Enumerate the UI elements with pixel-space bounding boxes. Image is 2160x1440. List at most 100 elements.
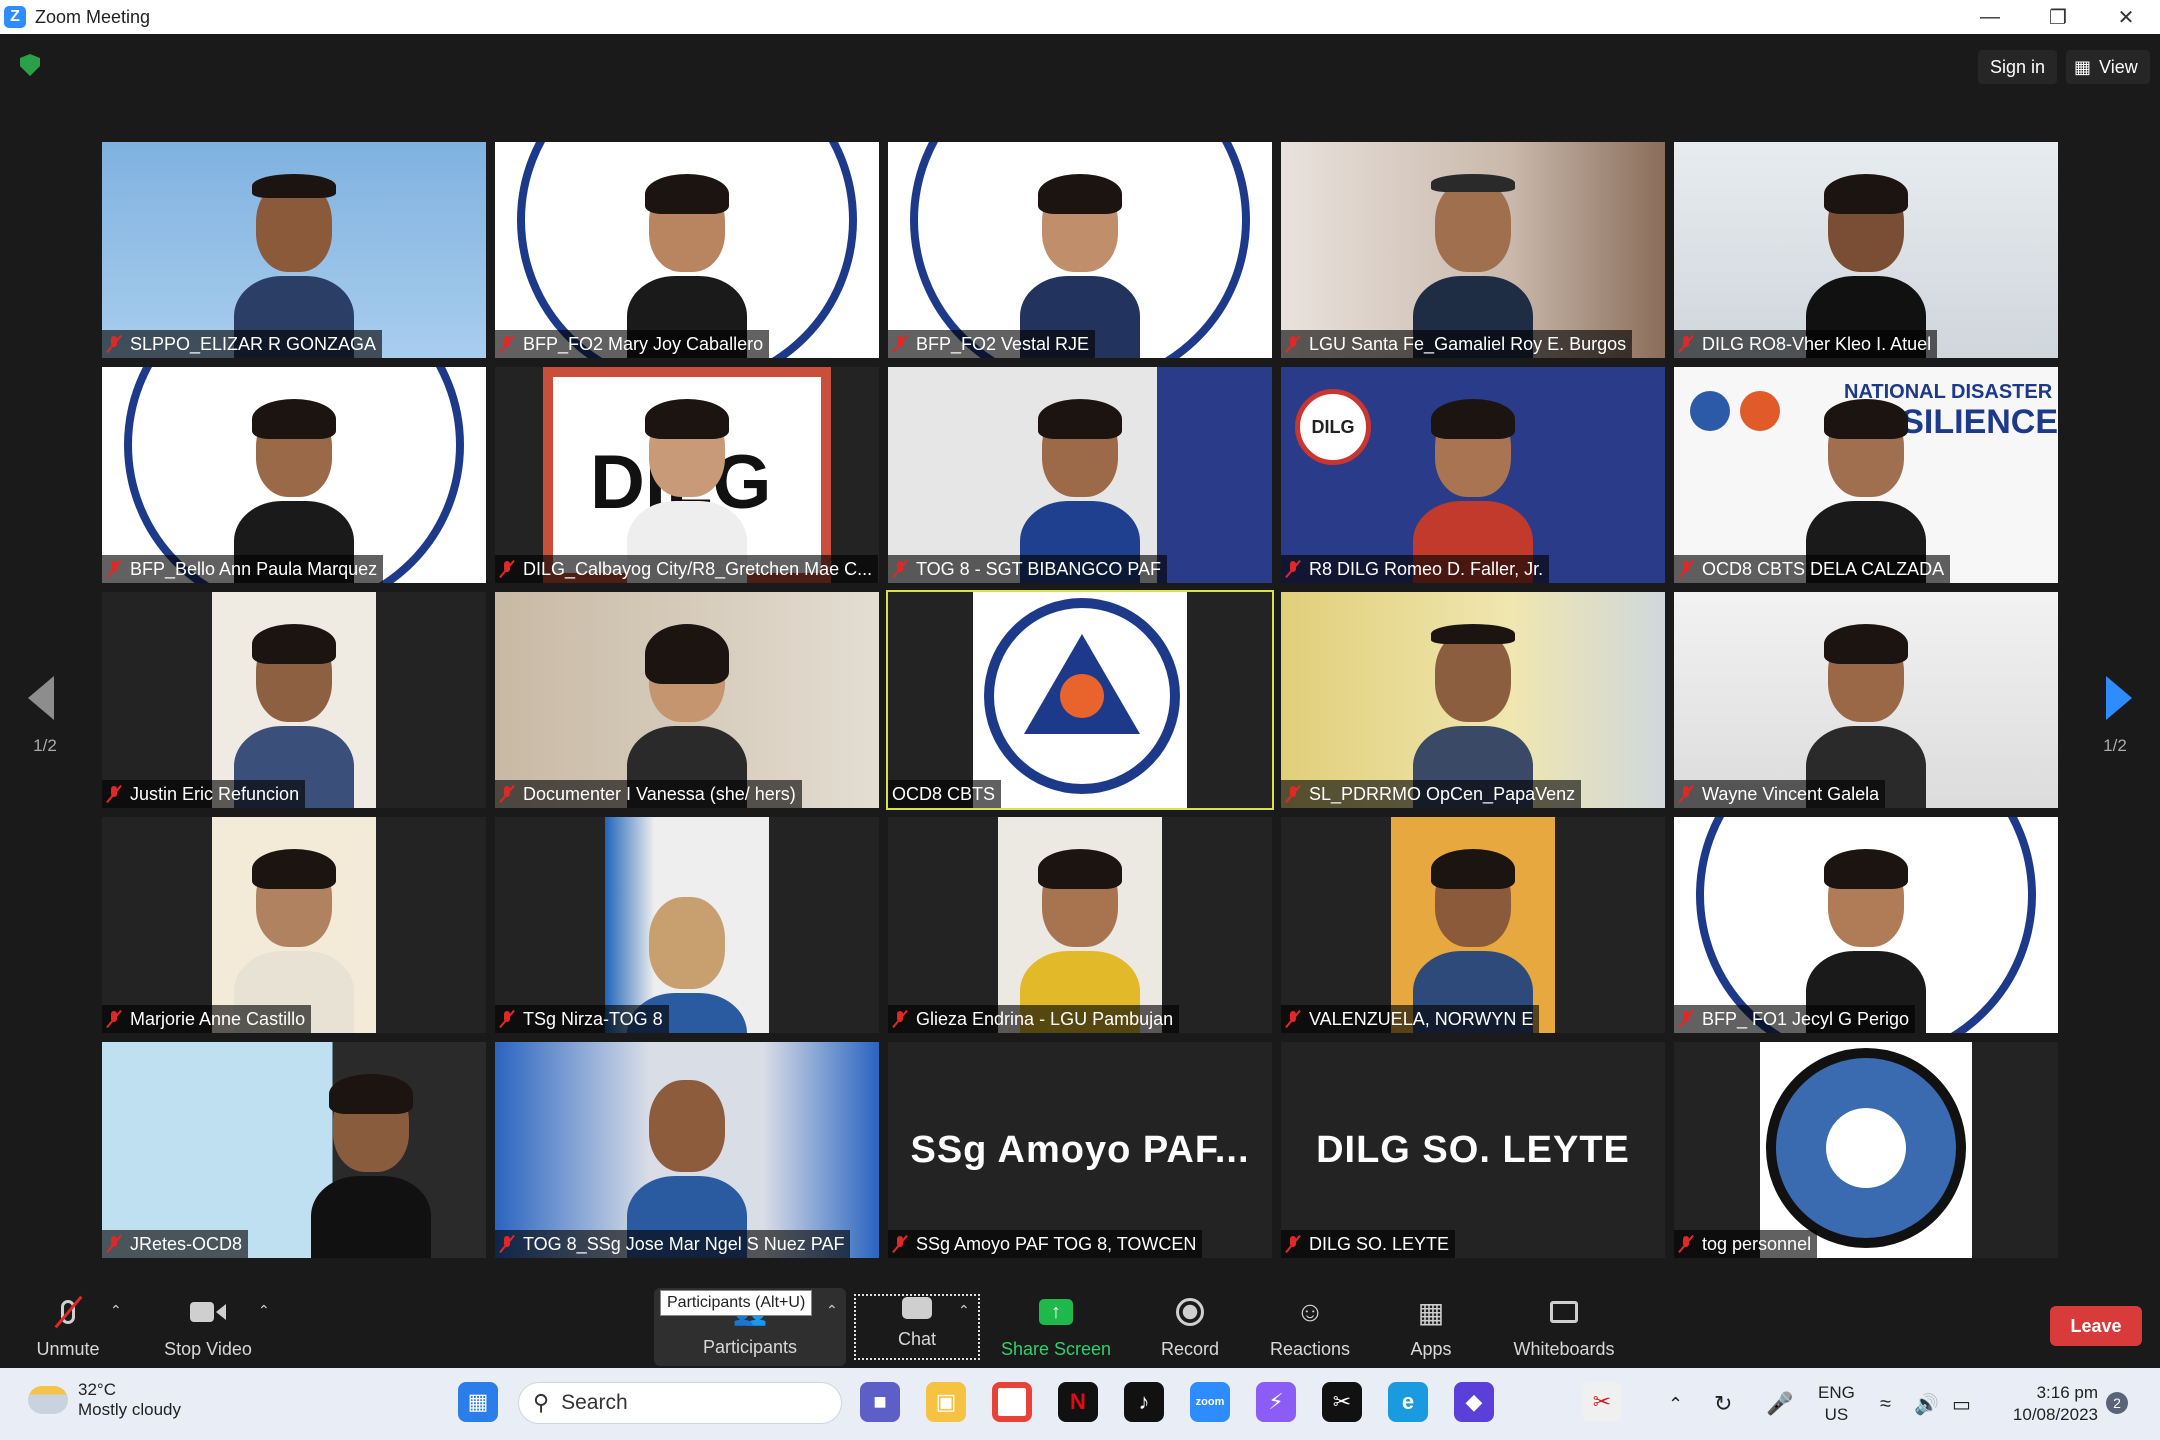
participant-name: SLPPO_ELIZAR R GONZAGA: [130, 333, 377, 354]
apps-label: Apps: [1410, 1339, 1452, 1359]
weather-widget[interactable]: 32°C Mostly cloudy: [28, 1380, 181, 1420]
participant-name: Glieza Endrina - LGU Pambujan: [916, 1008, 1174, 1029]
weather-condition: Mostly cloudy: [78, 1400, 181, 1419]
video-tile[interactable]: BFP_ FO1 Jecyl G Perigo: [1674, 817, 2058, 1033]
chat-options-chevron-icon[interactable]: ⌃: [958, 1302, 970, 1319]
video-tile-video-off[interactable]: DILG SO. LEYTE DILG SO. LEYTE: [1281, 1042, 1665, 1258]
participant-name: SL_PDRRMO OpCen_PapaVenz: [1309, 783, 1576, 804]
video-tile[interactable]: BFP_Bello Ann Paula Marquez: [102, 367, 486, 583]
whiteboard-icon: [1546, 1295, 1582, 1329]
microphone-icon[interactable]: 🎤: [1766, 1368, 1793, 1440]
tiktok-icon[interactable]: ♪: [1124, 1382, 1164, 1422]
video-tile-active-speaker[interactable]: OCD8 CBTS: [886, 590, 1274, 810]
battery-icon[interactable]: ▭: [1952, 1368, 1971, 1440]
video-tile[interactable]: TOG 8_SSg Jose Mar Ngel S Nuez PAF: [495, 1042, 879, 1258]
file-explorer-icon[interactable]: ▣: [926, 1382, 966, 1422]
muted-mic-icon: [1678, 560, 1694, 578]
video-tile[interactable]: Glieza Endrina - LGU Pambujan: [888, 817, 1272, 1033]
page-indicator-left: 1/2: [33, 736, 57, 755]
video-tile[interactable]: tog personnel: [1674, 1042, 2058, 1258]
muted-mic-icon: [499, 1235, 515, 1253]
muted-mic-icon: [1678, 1235, 1694, 1253]
previous-page-arrow-icon[interactable]: [28, 676, 54, 720]
next-page-arrow-icon[interactable]: [2106, 676, 2132, 720]
video-tile[interactable]: JRetes-OCD8: [102, 1042, 486, 1258]
video-tile[interactable]: BFP_FO2 Mary Joy Caballero: [495, 142, 879, 358]
view-button[interactable]: ▦ View: [2066, 50, 2150, 84]
chrome-icon[interactable]: [992, 1382, 1032, 1422]
edge-icon[interactable]: e: [1388, 1382, 1428, 1422]
region-code: US: [1824, 1405, 1849, 1424]
show-hidden-icons-chevron-icon[interactable]: ⌃: [1668, 1368, 1683, 1440]
share-screen-button[interactable]: ↑ Share Screen: [996, 1284, 1116, 1368]
leave-button[interactable]: Leave: [2050, 1306, 2142, 1346]
video-tile[interactable]: LGU Santa Fe_Gamaliel Roy E. Burgos: [1281, 142, 1665, 358]
restore-button[interactable]: ❐: [2024, 0, 2092, 34]
teams-meet-icon[interactable]: ■: [860, 1382, 900, 1422]
reactions-label: Reactions: [1269, 1339, 1351, 1359]
participants-label: Participants: [702, 1337, 798, 1357]
sync-icon[interactable]: ↻: [1714, 1368, 1732, 1440]
clock-time: 3:16 pm: [2036, 1383, 2098, 1402]
whiteboards-label: Whiteboards: [1513, 1339, 1615, 1359]
muted-mic-icon: [1285, 1010, 1301, 1028]
muted-mic-icon: [1285, 560, 1301, 578]
reactions-button[interactable]: ☺ Reactions: [1262, 1284, 1358, 1368]
video-tile-video-off[interactable]: SSg Amoyo PAF... SSg Amoyo PAF TOG 8, TO…: [888, 1042, 1272, 1258]
copilot-icon[interactable]: ◆: [1454, 1382, 1494, 1422]
taskbar-search-box[interactable]: ⚲ Search: [518, 1382, 842, 1424]
video-tile[interactable]: Wayne Vincent Galela: [1674, 592, 2058, 808]
participant-name: BFP_ FO1 Jecyl G Perigo: [1702, 1008, 1910, 1029]
unmute-label: Unmute: [36, 1339, 100, 1359]
clock[interactable]: 3:16 pm 10/08/2023: [1998, 1368, 2098, 1440]
video-tile[interactable]: DILG R8 DILG Romeo D. Faller, Jr.: [1281, 367, 1665, 583]
chat-bubble-icon: [899, 1296, 935, 1319]
encryption-shield-icon[interactable]: [20, 54, 40, 76]
participant-name: OCD8 CBTS DELA CALZADA: [1702, 558, 1945, 579]
whiteboards-button[interactable]: Whiteboards: [1502, 1284, 1626, 1368]
page-indicator-right: 1/2: [2103, 736, 2127, 755]
share-screen-arrow-icon: ↑: [1038, 1295, 1074, 1329]
weather-temperature: 32°C: [78, 1380, 116, 1399]
netflix-icon[interactable]: N: [1058, 1382, 1098, 1422]
wifi-icon[interactable]: ≈: [1880, 1368, 1891, 1440]
meeting-controls-toolbar: Unmute ⌃ Stop Video ⌃ 👥 Participants ⌃ C…: [0, 1284, 2160, 1368]
video-tile[interactable]: TOG 8 - SGT BIBANGCO PAF: [888, 367, 1272, 583]
close-button[interactable]: ✕: [2092, 0, 2160, 34]
video-tile[interactable]: BFP_FO2 Vestal RJE: [888, 142, 1272, 358]
video-tile[interactable]: SL_PDRRMO OpCen_PapaVenz: [1281, 592, 1665, 808]
zoom-app-icon[interactable]: zoom: [1190, 1382, 1230, 1422]
minimize-button[interactable]: —: [1956, 0, 2024, 34]
sign-in-button[interactable]: Sign in: [1978, 50, 2058, 84]
apps-button[interactable]: ▦ Apps: [1396, 1284, 1466, 1368]
messenger-icon[interactable]: ⚡: [1256, 1382, 1296, 1422]
capcut-icon[interactable]: ✂: [1322, 1382, 1362, 1422]
participants-options-chevron-icon[interactable]: ⌃: [826, 1302, 838, 1319]
video-tile[interactable]: SLPPO_ELIZAR R GONZAGA: [102, 142, 486, 358]
record-button[interactable]: Record: [1150, 1284, 1230, 1368]
apps-grid-icon: ▦: [1417, 1296, 1445, 1328]
chat-label: Chat: [897, 1329, 937, 1349]
clock-date: 10/08/2023: [2012, 1405, 2098, 1424]
participant-name: Wayne Vincent Galela: [1702, 783, 1880, 804]
windows-start-icon[interactable]: ▦: [458, 1382, 498, 1422]
muted-mic-icon: [499, 1010, 515, 1028]
video-options-chevron-icon[interactable]: ⌃: [258, 1302, 270, 1319]
input-language-indicator[interactable]: ENG US: [1818, 1368, 1855, 1440]
video-tile[interactable]: Marjorie Anne Castillo: [102, 817, 486, 1033]
video-tile[interactable]: VALENZUELA, NORWYN E: [1281, 817, 1665, 1033]
video-tile[interactable]: Justin Eric Refuncion: [102, 592, 486, 808]
video-tile[interactable]: TSg Nirza-TOG 8: [495, 817, 879, 1033]
snipping-tool-icon[interactable]: ✂: [1582, 1382, 1622, 1422]
video-tile[interactable]: Documenter I Vanessa (she/ hers): [495, 592, 879, 808]
participant-name: DILG_Calbayog City/R8_Gretchen Mae C...: [523, 558, 873, 579]
audio-options-chevron-icon[interactable]: ⌃: [110, 1302, 122, 1319]
notification-badge[interactable]: 2: [2106, 1392, 2128, 1414]
video-tile[interactable]: DILG DILG_Calbayog City/R8_Gretchen Mae …: [495, 367, 879, 583]
unmute-button[interactable]: Unmute: [28, 1284, 108, 1368]
stop-video-button[interactable]: Stop Video: [158, 1284, 258, 1368]
video-tile[interactable]: NATIONAL DISASTER RESILIENCE OCD8 CBTS D…: [1674, 367, 2058, 583]
volume-icon[interactable]: 🔊: [1914, 1368, 1939, 1440]
video-tile[interactable]: DILG RO8-Vher Kleo I. Atuel: [1674, 142, 2058, 358]
participant-name: LGU Santa Fe_Gamaliel Roy E. Burgos: [1309, 333, 1627, 354]
